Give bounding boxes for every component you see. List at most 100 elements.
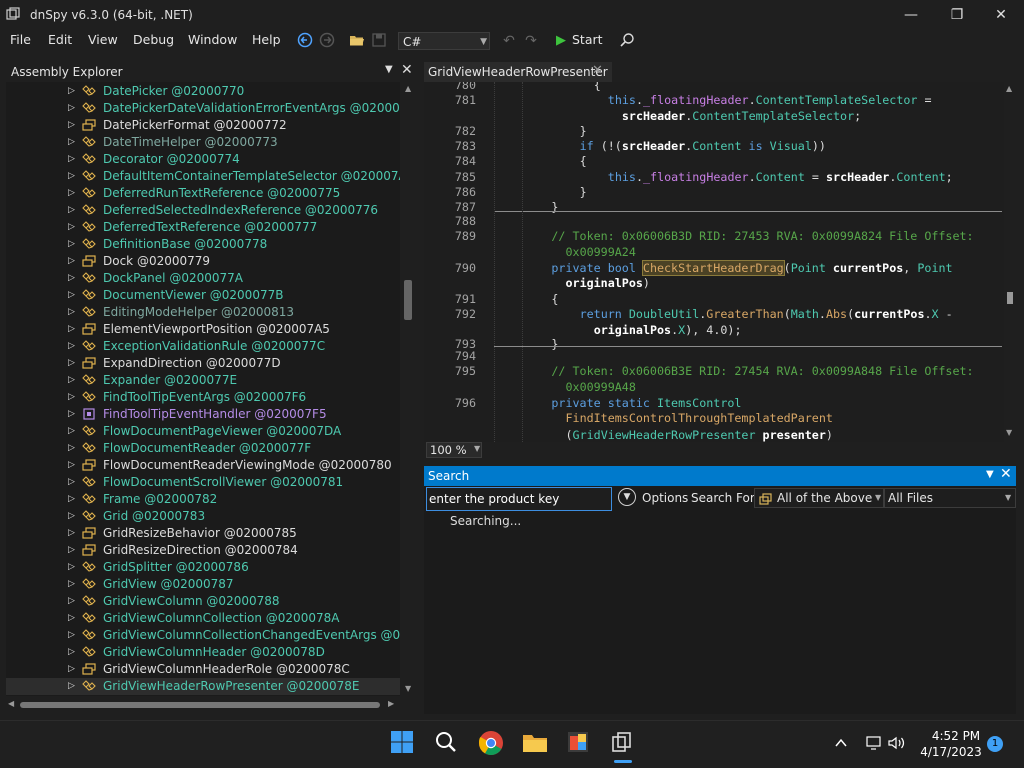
tree-item[interactable]: ▷ DeferredRunTextReference @02000775: [6, 185, 400, 202]
expand-arrow-icon[interactable]: ▷: [68, 117, 75, 134]
tree-item[interactable]: ▷ FindToolTipEventHandler @020007F5: [6, 406, 400, 423]
assembly-tree-hscroll-thumb[interactable]: [20, 702, 380, 708]
expand-arrow-icon[interactable]: ▷: [68, 593, 75, 610]
tree-item[interactable]: ▷ GridViewColumnHeaderRole @0200078C: [6, 661, 400, 678]
tree-item[interactable]: ▷ DateTimeHelper @02000773: [6, 134, 400, 151]
tree-item[interactable]: ▷ GridViewColumnHeader @0200078D: [6, 644, 400, 661]
expand-arrow-icon[interactable]: ▷: [68, 270, 75, 287]
navigate-forward-icon[interactable]: [318, 32, 336, 50]
files-scope-select[interactable]: All Files ▼: [884, 488, 1016, 508]
search-input[interactable]: [426, 487, 612, 511]
save-icon[interactable]: [370, 32, 388, 50]
code-line[interactable]: 786}: [424, 184, 1004, 200]
open-folder-icon[interactable]: [348, 32, 366, 50]
expand-arrow-icon[interactable]: ▷: [68, 661, 75, 678]
expand-arrow-icon[interactable]: ▷: [68, 355, 75, 372]
tab-gridviewheaderrowpresenter[interactable]: GridViewHeaderRowPresenter ✕: [424, 62, 612, 84]
code-line[interactable]: 792 return DoubleUtil.GreaterThan(Math.Ab…: [424, 306, 1004, 322]
tree-item[interactable]: ▷ GridView @02000787: [6, 576, 400, 593]
file-explorer-icon[interactable]: [522, 730, 548, 756]
tree-item[interactable]: ▷ GridViewColumnCollection @0200078A: [6, 610, 400, 627]
code-line[interactable]: 794: [424, 348, 1004, 364]
code-line[interactable]: 785 this._floatingHeader.Content = srcHea…: [424, 169, 1004, 185]
tree-item[interactable]: ▷ GridResizeBehavior @02000785: [6, 525, 400, 542]
options-label[interactable]: Options: [642, 491, 688, 505]
code-line[interactable]: 781 this._floatingHeader.ContentTemplateS…: [424, 92, 1004, 108]
code-line[interactable]: 0x00999A48: [424, 379, 1004, 395]
code-line[interactable]: originalPos): [424, 275, 1004, 291]
menu-view[interactable]: View: [88, 32, 118, 47]
expand-arrow-icon[interactable]: ▷: [68, 491, 75, 508]
tree-item[interactable]: ▷ DockPanel @0200077A: [6, 270, 400, 287]
expand-arrow-icon[interactable]: ▷: [68, 134, 75, 151]
navigate-back-icon[interactable]: [296, 32, 314, 50]
code-line[interactable]: 783 if (!(srcHeader.Content is Visual)): [424, 138, 1004, 154]
expand-arrow-icon[interactable]: ▷: [68, 83, 75, 100]
assembly-tree[interactable]: ▷ DatePicker @02000770 ▷ DatePickerDateVali…: [6, 82, 400, 696]
menu-help[interactable]: Help: [252, 32, 281, 47]
expand-arrow-icon[interactable]: ▷: [68, 202, 75, 219]
expand-arrow-icon[interactable]: ▷: [68, 287, 75, 304]
menu-debug[interactable]: Debug: [133, 32, 174, 47]
network-icon[interactable]: [866, 736, 882, 754]
code-line[interactable]: 796 private static ItemsControl: [424, 395, 1004, 411]
expand-arrow-icon[interactable]: ▷: [68, 610, 75, 627]
tree-item[interactable]: ▷ GridResizeDirection @02000784: [6, 542, 400, 559]
search-for-select[interactable]: All of the Above ▼: [754, 488, 884, 508]
code-line[interactable]: 790 private bool CheckStartHeaderDrag(Poi…: [424, 260, 1004, 276]
tree-item[interactable]: ▷ Frame @02000782: [6, 491, 400, 508]
minimize-button[interactable]: —: [888, 0, 934, 30]
assembly-tree-vertical-scrollbar[interactable]: [402, 82, 416, 696]
close-icon[interactable]: ✕: [1000, 466, 1012, 482]
code-editor[interactable]: 780{781 this._floatingHeader.ContentTempl…: [424, 82, 1016, 442]
expand-arrow-icon[interactable]: ▷: [68, 185, 75, 202]
expand-arrow-icon[interactable]: ▷: [68, 253, 75, 270]
options-expand-icon[interactable]: ▼: [618, 488, 636, 506]
tree-item[interactable]: ▷ GridViewColumnCollectionChangedEventArg…: [6, 627, 400, 644]
chevron-down-icon[interactable]: ▼: [474, 444, 480, 453]
expand-arrow-icon[interactable]: ▷: [68, 457, 75, 474]
tree-item[interactable]: ▷ DeferredSelectedIndexReference @0200077…: [6, 202, 400, 219]
code-line[interactable]: FindItemsControlThroughTemplatedParent: [424, 410, 1004, 426]
editor-scroll-thumb[interactable]: [1007, 292, 1013, 304]
tree-item[interactable]: ▷ DeferredTextReference @02000777: [6, 219, 400, 236]
tree-item[interactable]: ▷ DatePicker @02000770: [6, 83, 400, 100]
tree-item[interactable]: ▷ DatePickerDateValidationErrorEventArgs …: [6, 100, 400, 117]
code-line[interactable]: 791 {: [424, 291, 1004, 307]
tree-item[interactable]: ▷ FlowDocumentScrollViewer @02000781: [6, 474, 400, 491]
scroll-down-icon[interactable]: ▼: [1006, 428, 1012, 437]
language-select[interactable]: C# ▼: [398, 32, 490, 50]
code-line[interactable]: 789 // Token: 0x06006B3D RID: 27453 RVA: …: [424, 228, 1004, 244]
tree-item[interactable]: ▷ ExpandDirection @0200077D: [6, 355, 400, 372]
expand-arrow-icon[interactable]: ▷: [68, 576, 75, 593]
chevron-up-icon[interactable]: [834, 736, 848, 754]
tree-item[interactable]: ▷ FlowDocumentReaderViewingMode @02000780: [6, 457, 400, 474]
code-line[interactable]: 795 // Token: 0x06006B3E RID: 27454 RVA: …: [424, 363, 1004, 379]
dnspy-taskbar-icon[interactable]: [610, 730, 636, 756]
maximize-button[interactable]: ❐: [934, 0, 980, 30]
paint-app-icon[interactable]: [566, 730, 592, 756]
scroll-up-icon[interactable]: ▲: [405, 84, 411, 93]
expand-arrow-icon[interactable]: ▷: [68, 389, 75, 406]
tree-item[interactable]: ▷ DatePickerFormat @02000772: [6, 117, 400, 134]
code-line[interactable]: srcHeader.ContentTemplateSelector;: [424, 108, 1004, 124]
scroll-left-icon[interactable]: ◀: [8, 699, 14, 708]
code-line[interactable]: 0x00999A24: [424, 244, 1004, 260]
expand-arrow-icon[interactable]: ▷: [68, 508, 75, 525]
editor-vertical-scrollbar[interactable]: ▲ ▼: [1004, 82, 1016, 442]
tree-item[interactable]: ▷ FlowDocumentPageViewer @020007DA: [6, 423, 400, 440]
expand-arrow-icon[interactable]: ▷: [68, 627, 75, 644]
expand-arrow-icon[interactable]: ▷: [68, 440, 75, 457]
expand-arrow-icon[interactable]: ▷: [68, 644, 75, 661]
tree-item[interactable]: ▷ Decorator @02000774: [6, 151, 400, 168]
expand-arrow-icon[interactable]: ▷: [68, 100, 75, 117]
tree-item[interactable]: ▷ GridSplitter @02000786: [6, 559, 400, 576]
tree-item[interactable]: ▷ Dock @02000779: [6, 253, 400, 270]
menu-window[interactable]: Window: [188, 32, 237, 47]
expand-arrow-icon[interactable]: ▷: [68, 219, 75, 236]
taskbar-search-icon[interactable]: [434, 730, 460, 756]
tree-item[interactable]: ▷ DefinitionBase @02000778: [6, 236, 400, 253]
search-icon[interactable]: [618, 32, 636, 50]
expand-arrow-icon[interactable]: ▷: [68, 678, 75, 695]
chevron-down-icon[interactable]: ▼: [385, 64, 393, 75]
